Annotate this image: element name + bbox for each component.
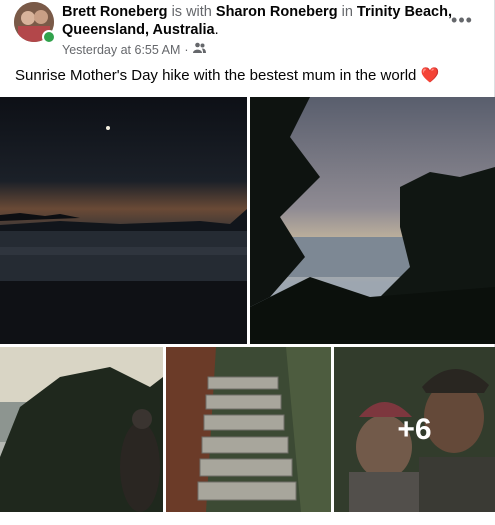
location-period: .	[214, 22, 219, 38]
photo-selfie-more[interactable]: +6	[334, 347, 495, 512]
post-meta: Yesterday at 6:55 AM ·	[62, 42, 206, 57]
more-photos-overlay[interactable]: +6	[334, 347, 495, 512]
post-footer-edge	[0, 512, 495, 525]
with-connector: is with	[171, 4, 212, 20]
photo-night-beach[interactable]	[0, 97, 247, 344]
heart-emoji: ❤️	[420, 67, 440, 84]
tagged-person[interactable]: Sharon Roneberg	[216, 4, 338, 20]
photo-stone-steps[interactable]	[166, 347, 331, 512]
online-status-dot	[42, 30, 56, 44]
feed-post: Brett Roneberg is with Sharon Roneberg i…	[0, 0, 495, 525]
more-options-icon: •••	[451, 9, 473, 30]
in-connector: in	[341, 4, 353, 20]
photo-dawn-trees[interactable]	[250, 97, 495, 344]
caption-text: Sunrise Mother's Day hike with the beste…	[15, 67, 417, 84]
friends-icon[interactable]	[192, 42, 206, 57]
author-name[interactable]: Brett Roneberg	[62, 4, 168, 20]
meta-separator: ·	[184, 42, 189, 57]
post-caption: Sunrise Mother's Day hike with the beste…	[15, 66, 439, 86]
more-options-button[interactable]: •••	[450, 8, 474, 32]
more-photos-count: +6	[397, 412, 432, 446]
post-timestamp[interactable]: Yesterday at 6:55 AM	[62, 43, 180, 57]
post-header: Brett Roneberg is with Sharon Roneberg i…	[62, 3, 452, 39]
photo-sunrise-silhouette[interactable]	[0, 347, 163, 512]
